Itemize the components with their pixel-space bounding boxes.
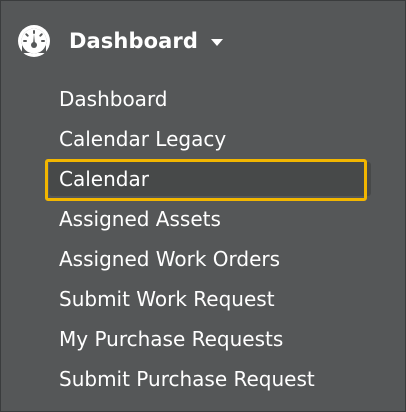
dashboard-menu: Dashboard Calendar Legacy Calendar Assig… [45, 79, 373, 399]
menu-item-calendar[interactable]: Calendar [45, 159, 373, 201]
menu-item-label: Submit Purchase Request [59, 367, 315, 391]
menu-item-label: Assigned Work Orders [59, 247, 281, 271]
dashboard-gauge-icon [17, 24, 51, 58]
menu-item-submit-purchase-request[interactable]: Submit Purchase Request [45, 359, 373, 399]
caret-down-icon [210, 34, 224, 48]
dashboard-dropdown-toggle[interactable]: Dashboard [17, 23, 224, 59]
menu-item-label: Assigned Assets [59, 207, 221, 231]
menu-item-my-purchase-requests[interactable]: My Purchase Requests [45, 319, 373, 359]
menu-item-label: Calendar Legacy [59, 127, 227, 151]
menu-item-dashboard[interactable]: Dashboard [45, 79, 373, 119]
menu-item-assigned-assets[interactable]: Assigned Assets [45, 199, 373, 239]
menu-item-assigned-work-orders[interactable]: Assigned Work Orders [45, 239, 373, 279]
menu-item-label: My Purchase Requests [59, 327, 284, 351]
menu-item-submit-work-request[interactable]: Submit Work Request [45, 279, 373, 319]
menu-item-label: Submit Work Request [59, 287, 275, 311]
menu-item-label: Dashboard [59, 87, 168, 111]
dashboard-title: Dashboard [69, 29, 198, 53]
menu-item-label: Calendar [59, 167, 149, 191]
menu-item-calendar-legacy[interactable]: Calendar Legacy [45, 119, 373, 159]
navigation-panel: Dashboard Dashboard Calendar Legacy Cale… [0, 0, 406, 412]
